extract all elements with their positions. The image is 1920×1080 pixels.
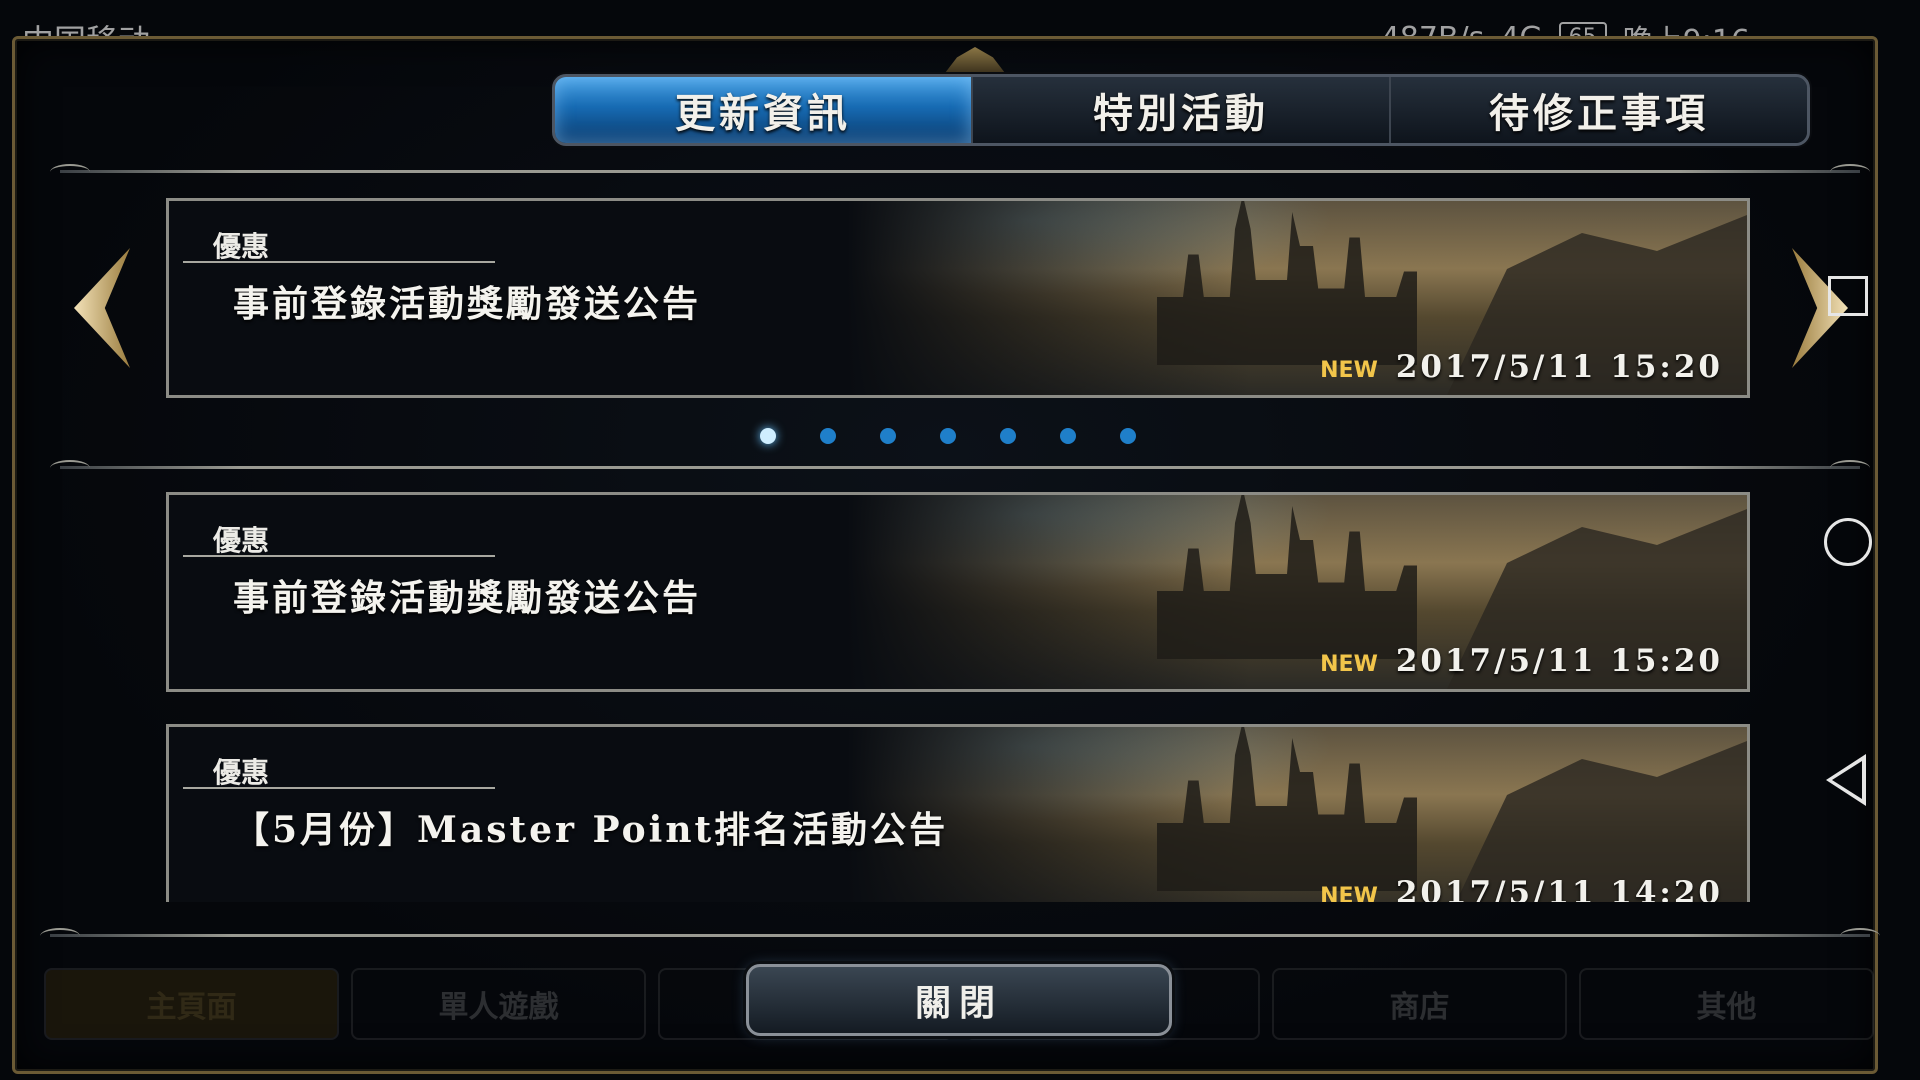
nav-home: 主頁面 — [44, 968, 339, 1040]
carousel-page-dot[interactable] — [880, 428, 896, 444]
banner-title: 事前登錄活動獎勵發送公告 — [233, 283, 702, 325]
carousel-banner[interactable]: 優惠 事前登錄活動獎勵發送公告 NEW 2017/5/11 15:20 — [166, 198, 1750, 398]
recent-apps-icon[interactable] — [1828, 276, 1868, 316]
item-date: 2017/5/11 14:20 — [1395, 875, 1723, 902]
close-button[interactable]: 關閉 — [746, 964, 1172, 1036]
carousel-page-dot[interactable] — [1060, 428, 1076, 444]
item-category: 優惠 — [213, 524, 270, 557]
frame-crest-ornament — [945, 47, 1005, 73]
carousel-page-dot[interactable] — [820, 428, 836, 444]
home-icon[interactable] — [1824, 518, 1872, 566]
carousel-page-dot[interactable] — [1120, 428, 1136, 444]
item-date: 2017/5/11 15:20 — [1395, 643, 1723, 679]
nav-other: 其他 — [1579, 968, 1874, 1040]
top-divider — [50, 164, 1870, 173]
tab-pending-fixes[interactable]: 待修正事項 — [1391, 77, 1807, 143]
carousel-page-dot[interactable] — [760, 428, 776, 444]
item-meta: NEW 2017/5/11 14:20 — [1320, 875, 1723, 902]
carousel-page-dot[interactable] — [940, 428, 956, 444]
tab-update-info[interactable]: 更新資訊 — [555, 77, 973, 143]
item-category: 優惠 — [213, 756, 270, 789]
carousel-page-dot[interactable] — [1000, 428, 1016, 444]
list-item[interactable]: 優惠 【5月份】Master Point排名活動公告 NEW 2017/5/11… — [166, 724, 1750, 902]
middle-divider — [50, 460, 1870, 469]
bottom-divider — [40, 928, 1880, 937]
category-underline — [183, 787, 495, 789]
banner-category: 優惠 — [213, 230, 270, 263]
nav-single-player: 單人遊戲 — [351, 968, 646, 1040]
new-badge: NEW — [1320, 358, 1378, 383]
banner-meta: NEW 2017/5/11 15:20 — [1320, 349, 1723, 385]
item-meta: NEW 2017/5/11 15:20 — [1320, 643, 1723, 679]
item-title: 【5月份】Master Point排名活動公告 — [233, 809, 949, 851]
nav-shop: 商店 — [1272, 968, 1567, 1040]
tab-bar: 更新資訊 特別活動 待修正事項 — [552, 74, 1810, 146]
new-badge: NEW — [1320, 652, 1378, 677]
tab-special-events[interactable]: 特別活動 — [973, 77, 1391, 143]
category-underline — [183, 261, 495, 263]
banner-date: 2017/5/11 15:20 — [1395, 349, 1723, 385]
carousel-pagination — [760, 428, 1136, 444]
item-title: 事前登錄活動獎勵發送公告 — [233, 577, 702, 619]
new-badge: NEW — [1320, 884, 1378, 902]
list-item[interactable]: 優惠 事前登錄活動獎勵發送公告 NEW 2017/5/11 15:20 — [166, 492, 1750, 692]
category-underline — [183, 555, 495, 557]
back-icon[interactable] — [1826, 754, 1866, 806]
announcement-list: 優惠 事前登錄活動獎勵發送公告 NEW 2017/5/11 15:20 優惠 【… — [40, 470, 1880, 902]
